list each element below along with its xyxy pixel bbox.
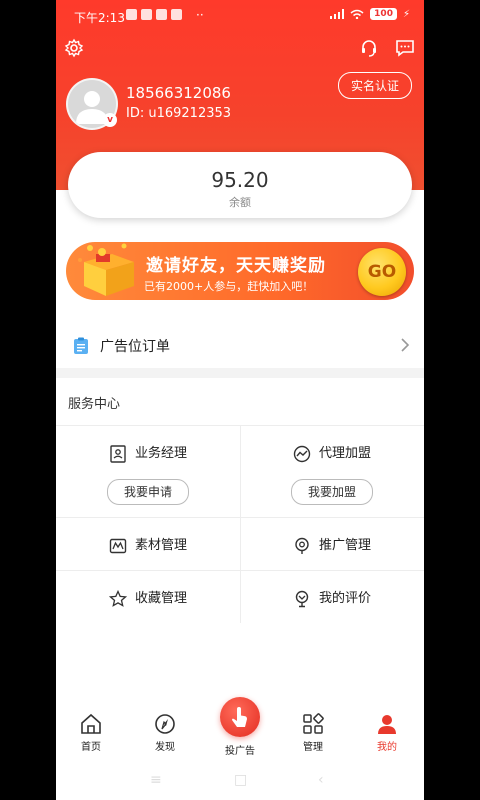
status-bar: 下午2:13 ·· 100 ⚡ <box>56 0 424 32</box>
section-divider <box>56 368 424 378</box>
user-id: ID: u169212353 <box>126 106 232 121</box>
location-icon <box>295 537 309 554</box>
settings-gear-icon[interactable] <box>64 38 84 58</box>
tap-icon <box>232 707 247 727</box>
system-nav-bar: ≡ □ ‹ <box>56 766 424 800</box>
service-label: 业务经理 <box>134 446 187 461</box>
chevron-right-icon <box>401 338 410 352</box>
tab-manage[interactable]: 管理 <box>288 712 338 753</box>
customer-service-icon[interactable] <box>359 38 379 58</box>
grid-divider <box>240 425 241 623</box>
invite-title: 邀请好友，天天赚奖励 <box>146 256 326 276</box>
tab-label: 投广告 <box>225 746 255 757</box>
service-material-management[interactable]: 素材管理 <box>56 517 240 570</box>
go-button[interactable]: GO <box>358 248 406 296</box>
service-business-manager[interactable]: 业务经理 我要申请 <box>56 425 240 517</box>
verify-identity-button[interactable]: 实名认证 <box>337 72 412 99</box>
wifi-icon <box>350 9 364 19</box>
notification-icons <box>126 9 182 20</box>
menu-nav-icon[interactable]: ≡ <box>150 772 162 788</box>
discover-icon <box>155 714 175 734</box>
balance-card[interactable]: 95.20 余额 <box>68 152 412 218</box>
charging-icon: ⚡ <box>402 8 410 20</box>
home-nav-icon[interactable]: □ <box>234 772 247 788</box>
join-button[interactable]: 我要加盟 <box>291 479 373 505</box>
clipboard-icon <box>74 337 88 354</box>
service-agent-join[interactable]: 代理加盟 我要加盟 <box>240 425 424 517</box>
invite-banner[interactable]: 邀请好友，天天赚奖励 已有2000+人参与，赶快加入吧！ GO <box>66 238 416 304</box>
balance-label: 余额 <box>229 196 251 209</box>
invite-subtitle: 已有2000+人参与，赶快加入吧！ <box>144 280 314 293</box>
id-card-icon <box>110 444 126 463</box>
ad-orders-label: 广告位订单 <box>100 339 170 355</box>
signal-icon <box>330 9 345 19</box>
apply-button[interactable]: 我要申请 <box>107 479 189 505</box>
image-icon <box>109 538 127 553</box>
service-label: 代理加盟 <box>318 446 371 461</box>
service-promotion-management[interactable]: 推广管理 <box>240 517 424 570</box>
trophy-icon <box>295 590 309 607</box>
service-label: 推广管理 <box>318 538 371 553</box>
tab-label: 我的 <box>377 742 397 753</box>
message-icon[interactable] <box>395 38 415 58</box>
verified-badge-icon: v <box>103 113 117 127</box>
back-nav-icon[interactable]: ‹ <box>318 772 324 788</box>
status-right: 100 ⚡ <box>330 8 410 20</box>
more-notifications-icon: ·· <box>196 8 204 22</box>
home-icon <box>81 713 101 734</box>
app-screen: 下午2:13 ·· 100 ⚡ v 18566312086 ID: u16921… <box>56 0 424 800</box>
grid-icon <box>303 713 324 734</box>
tab-label: 管理 <box>303 742 323 753</box>
service-label: 我的评价 <box>318 591 371 606</box>
status-time: 下午2:13 <box>74 11 125 25</box>
service-center-title: 服务中心 <box>68 397 121 412</box>
user-phone: 18566312086 <box>126 84 231 102</box>
tab-home[interactable]: 首页 <box>66 712 116 753</box>
tab-label: 发现 <box>155 742 175 753</box>
battery-icon: 100 <box>370 8 397 20</box>
gift-box-icon <box>78 243 134 296</box>
person-icon <box>378 715 396 734</box>
service-label: 素材管理 <box>134 538 187 553</box>
service-label: 收藏管理 <box>134 591 187 606</box>
tab-discover[interactable]: 发现 <box>140 712 190 753</box>
balance-value: 95.20 <box>211 168 269 192</box>
star-icon <box>108 589 128 607</box>
ad-orders-row[interactable]: 广告位订单 <box>56 326 424 366</box>
header-toolbar <box>56 38 424 60</box>
bottom-tab-bar: 首页 发现 投广告 管理 我的 <box>56 697 424 766</box>
place-ad-button[interactable] <box>220 697 260 737</box>
service-favorites-management[interactable]: 收藏管理 <box>56 570 240 623</box>
tab-mine[interactable]: 我的 <box>362 712 412 753</box>
tab-label: 首页 <box>81 742 101 753</box>
trend-icon <box>293 445 311 462</box>
service-my-reviews[interactable]: 我的评价 <box>240 570 424 623</box>
